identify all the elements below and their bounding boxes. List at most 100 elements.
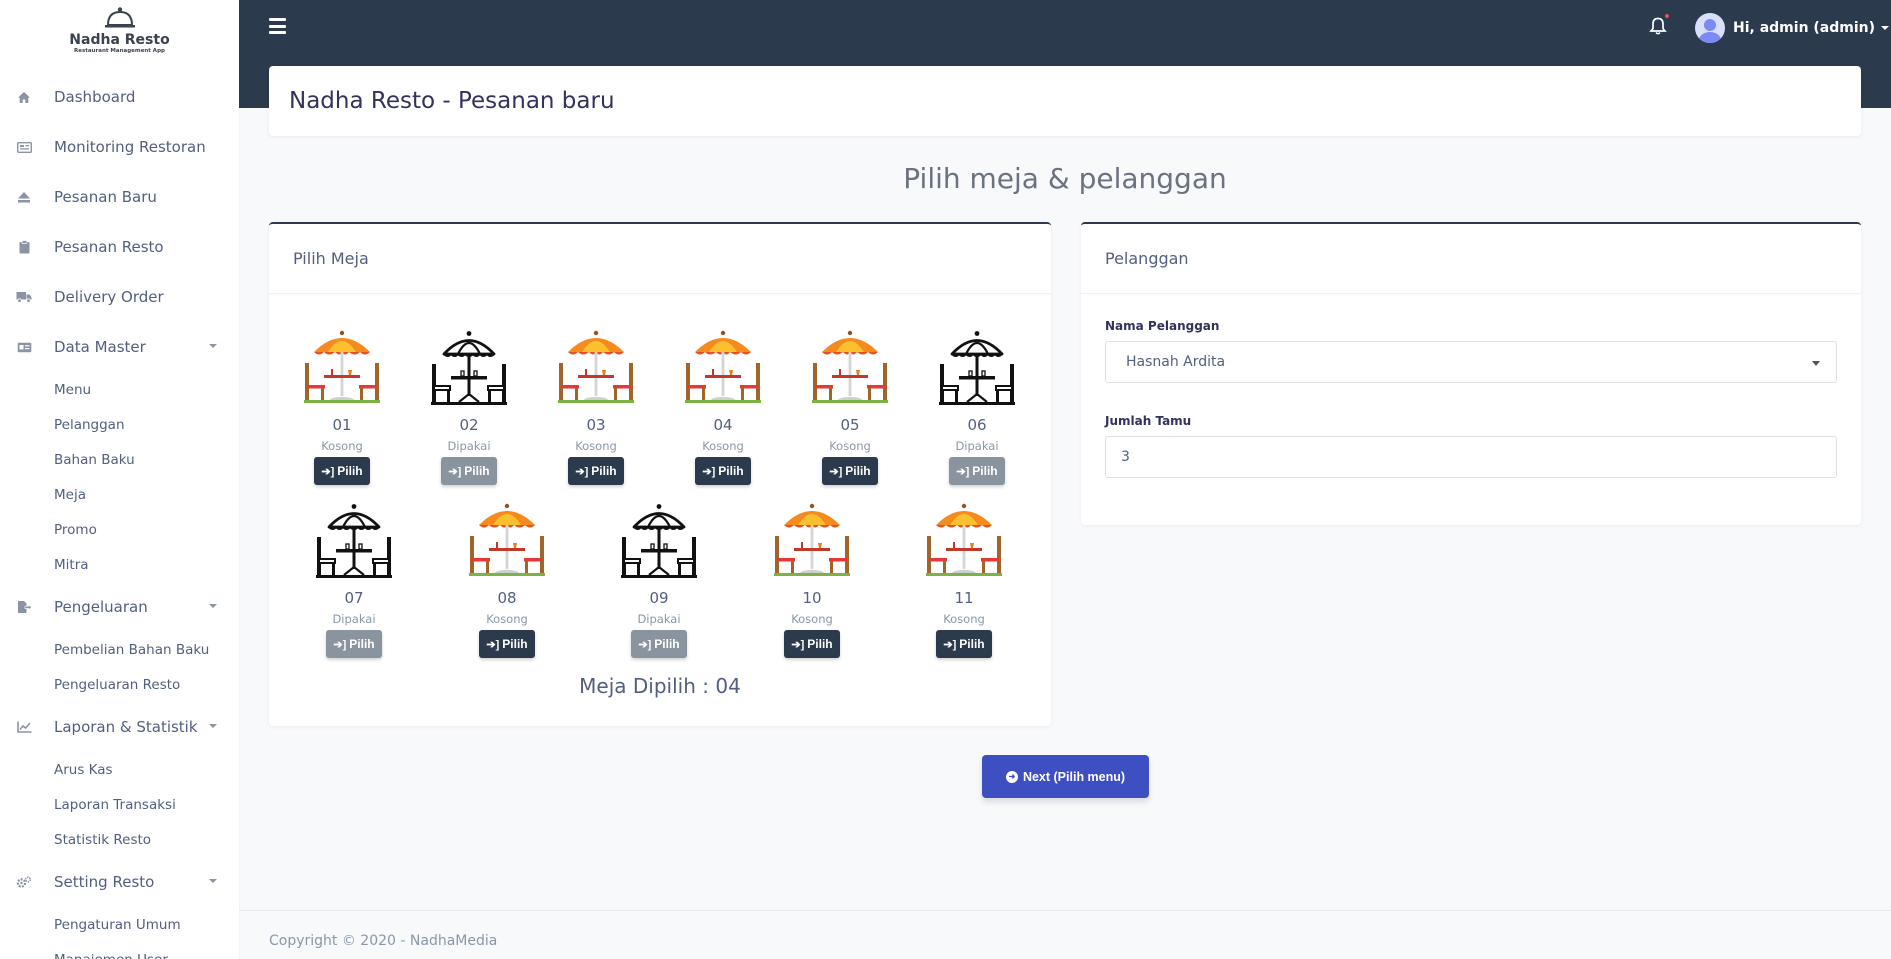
sign-in-icon: ➔] — [829, 465, 843, 478]
table-umbrella-icon — [772, 501, 852, 581]
table-umbrella-icon — [467, 501, 547, 581]
page-title: Nadha Resto - Pesanan baru — [289, 88, 615, 114]
pilih-button-04[interactable]: ➔] Pilih — [695, 457, 751, 485]
sidebar-item-data-master[interactable]: Data Master — [0, 322, 239, 372]
table-item-05: 05 Kosong ➔] Pilih — [805, 328, 895, 485]
sidebar-item-label: Delivery Order — [54, 288, 164, 306]
pilih-button-08[interactable]: ➔] Pilih — [479, 630, 535, 658]
table-umbrella-icon — [619, 501, 699, 581]
sidebar-item-label: Setting Resto — [54, 873, 155, 891]
table-umbrella-icon — [810, 328, 890, 408]
sidebar-subitem-pengaturan-umum[interactable]: Pengaturan Umum — [0, 907, 239, 942]
brand-logo[interactable]: Nadha Resto Restaurant Management App — [0, 0, 239, 58]
sidebar-item-laporan[interactable]: Laporan & Statistik — [0, 702, 239, 752]
table-status: Kosong — [486, 612, 528, 626]
sidebar-subitem-arus-kas[interactable]: Arus Kas — [0, 752, 239, 787]
sidebar-item-label: Pengeluaran — [54, 598, 148, 616]
table-status: Kosong — [321, 439, 363, 453]
cloche-icon — [100, 5, 140, 31]
sidebar-item-label: Laporan & Statistik — [54, 718, 198, 736]
table-number: 08 — [497, 589, 517, 607]
pilih-button-11[interactable]: ➔] Pilih — [936, 630, 992, 658]
id-card-icon — [16, 339, 32, 355]
table-umbrella-icon — [556, 328, 636, 408]
pilih-button-07[interactable]: ➔] Pilih — [326, 630, 382, 658]
table-status: Dipakai — [637, 612, 681, 626]
table-status: Kosong — [575, 439, 617, 453]
table-status: Kosong — [791, 612, 833, 626]
sidebar-item-pesanan-resto[interactable]: Pesanan Resto — [0, 222, 239, 272]
jumlah-tamu-input[interactable]: 3 — [1105, 436, 1837, 478]
sign-in-icon: ➔] — [321, 465, 335, 478]
nama-pelanggan-select[interactable]: Hasnah Ardita — [1105, 341, 1837, 383]
pilih-button-03[interactable]: ➔] Pilih — [568, 457, 624, 485]
table-number: 07 — [344, 589, 364, 607]
sidebar: Nadha Resto Restaurant Management App Da… — [0, 0, 239, 959]
table-item-10: 10 Kosong ➔] Pilih — [767, 501, 857, 658]
section-title: Pilih meja & pelanggan — [903, 162, 1227, 195]
table-number: 05 — [840, 416, 860, 434]
table-item-03: 03 Kosong ➔] Pilih — [551, 328, 641, 485]
truck-icon — [16, 289, 32, 305]
table-item-08: 08 Kosong ➔] Pilih — [462, 501, 552, 658]
table-item-09: 09 Dipakai ➔] Pilih — [614, 501, 704, 658]
sidebar-subitem-pelanggan[interactable]: Pelanggan — [0, 407, 239, 442]
meja-card: Pilih Meja 01 Kosong ➔] Pilih 02 Dipakai … — [269, 222, 1051, 726]
sidebar-item-dashboard[interactable]: Dashboard — [0, 72, 239, 122]
sidebar-item-monitoring[interactable]: Monitoring Restoran — [0, 122, 239, 172]
sidebar-subitem-laporan-transaksi[interactable]: Laporan Transaksi — [0, 787, 239, 822]
avatar — [1695, 13, 1725, 43]
sidebar-subitem-manajemen-user[interactable]: Manajemen User — [0, 942, 239, 959]
sidebar-item-delivery-order[interactable]: Delivery Order — [0, 272, 239, 322]
sidebar-subitem-pengeluaran-resto[interactable]: Pengeluaran Resto — [0, 667, 239, 702]
eject-icon — [16, 189, 32, 205]
sidebar-subitem-menu[interactable]: Menu — [0, 372, 239, 407]
jumlah-tamu-group: Jumlah Tamu 3 — [1105, 414, 1837, 478]
sign-in-icon: ➔] — [791, 638, 805, 651]
sidebar-item-pengeluaran[interactable]: Pengeluaran — [0, 582, 239, 632]
sidebar-subitem-mitra[interactable]: Mitra — [0, 547, 239, 582]
pilih-button-01[interactable]: ➔] Pilih — [314, 457, 370, 485]
sidebar-subitem-meja[interactable]: Meja — [0, 477, 239, 512]
sidebar-subitem-bahan-baku[interactable]: Bahan Baku — [0, 442, 239, 477]
table-number: 11 — [954, 589, 974, 607]
sidebar-item-pesanan-baru[interactable]: Pesanan Baru — [0, 172, 239, 222]
table-item-04: 04 Kosong ➔] Pilih — [678, 328, 768, 485]
pilih-button-09[interactable]: ➔] Pilih — [631, 630, 687, 658]
sidebar-subitem-statistik-resto[interactable]: Statistik Resto — [0, 822, 239, 857]
chevron-down-icon — [209, 344, 217, 348]
submenu-laporan: Arus Kas Laporan Transaksi Statistik Res… — [0, 752, 239, 857]
table-number: 02 — [459, 416, 479, 434]
table-umbrella-icon — [429, 328, 509, 408]
table-item-02: 02 Dipakai ➔] Pilih — [424, 328, 514, 485]
table-status: Kosong — [829, 439, 871, 453]
chevron-down-icon — [1881, 26, 1890, 30]
sidebar-subitem-promo[interactable]: Promo — [0, 512, 239, 547]
cogs-icon — [16, 874, 32, 890]
sidebar-item-setting-resto[interactable]: Setting Resto — [0, 857, 239, 907]
pilih-button-06[interactable]: ➔] Pilih — [949, 457, 1005, 485]
table-status: Kosong — [702, 439, 744, 453]
nama-pelanggan-group: Nama Pelanggan Hasnah Ardita — [1105, 319, 1837, 383]
user-greeting: Hi, admin (admin) — [1733, 20, 1876, 36]
pilih-button-05[interactable]: ➔] Pilih — [822, 457, 878, 485]
table-umbrella-icon — [937, 328, 1017, 408]
bell-icon[interactable] — [1649, 14, 1669, 36]
pelanggan-card-title: Pelanggan — [1081, 224, 1861, 294]
pilih-button-10[interactable]: ➔] Pilih — [784, 630, 840, 658]
submenu-data-master: Menu Pelanggan Bahan Baku Meja Promo Mit… — [0, 372, 239, 582]
next-pilih-menu-button[interactable]: ➜ Next (Pilih menu) — [982, 755, 1149, 798]
table-number: 01 — [332, 416, 352, 434]
sidebar-item-label: Dashboard — [54, 88, 136, 106]
arrow-circle-right-icon: ➜ — [1005, 770, 1018, 783]
table-number: 10 — [802, 589, 822, 607]
brand-name: Nadha Resto — [69, 32, 170, 48]
sign-in-icon: ➔] — [956, 465, 970, 478]
pilih-button-02[interactable]: ➔] Pilih — [441, 457, 497, 485]
selected-table-label: Meja Dipilih : 04 — [579, 674, 741, 698]
sidebar-subitem-pembelian-bahan-baku[interactable]: Pembelian Bahan Baku — [0, 632, 239, 667]
sign-in-icon: ➔] — [638, 638, 652, 651]
hamburger-menu-icon[interactable] — [269, 18, 286, 34]
user-menu[interactable]: Hi, admin (admin) — [1695, 13, 1890, 43]
submenu-setting-resto: Pengaturan Umum Manajemen User — [0, 907, 239, 959]
